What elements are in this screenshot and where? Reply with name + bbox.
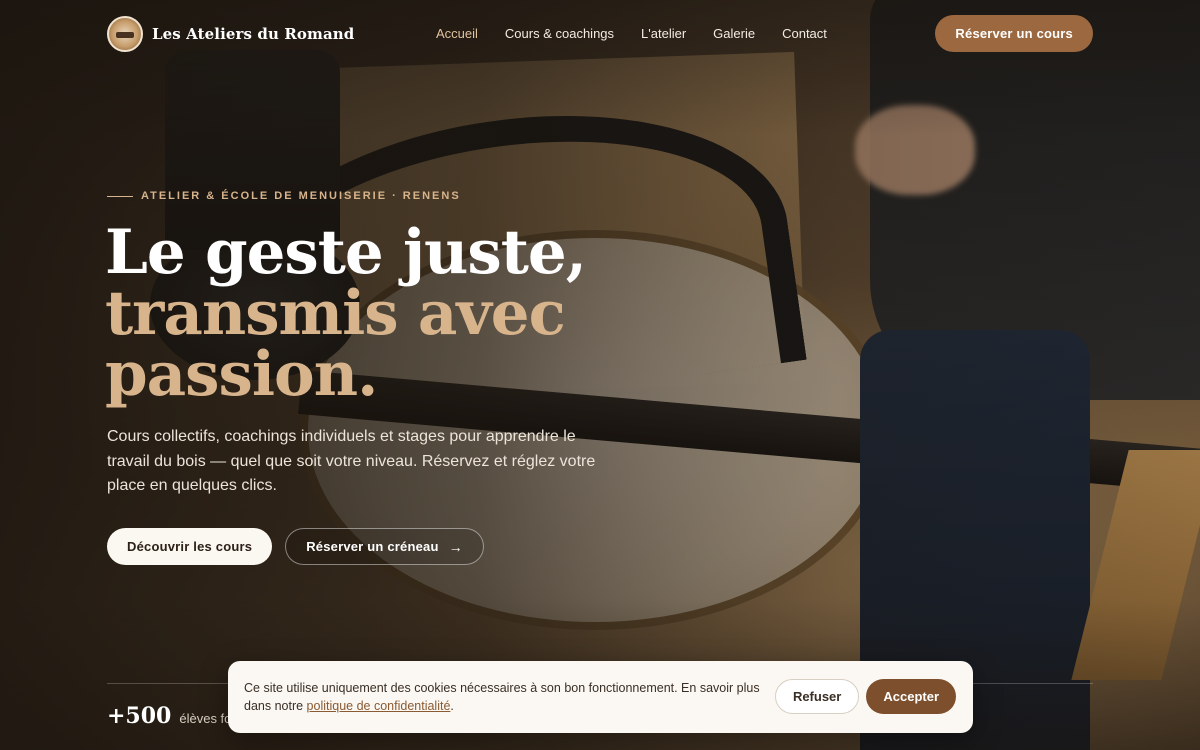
hero-title-line1: Le geste juste, (105, 217, 587, 288)
main-nav: Accueil Cours & coachings L'atelier Gale… (436, 26, 827, 41)
brand-name: Les Ateliers du Romand (152, 25, 355, 43)
book-slot-button[interactable]: Réserver un créneau → (285, 528, 484, 565)
nav-item-cours[interactable]: Cours & coachings (505, 26, 614, 41)
cookie-banner: Ce site utilise uniquement des cookies n… (228, 661, 973, 733)
refuse-cookies-button[interactable]: Refuser (774, 679, 860, 714)
accept-cookies-button[interactable]: Accepter (866, 679, 956, 714)
book-slot-label: Réserver un créneau (306, 539, 439, 554)
eyebrow-text: ATELIER & ÉCOLE DE MENUISERIE · RENENS (141, 190, 461, 202)
eyebrow-line (107, 195, 133, 197)
hero-title: Le geste juste, transmis avec passion. (105, 222, 725, 405)
nav-item-atelier[interactable]: L'atelier (641, 26, 686, 41)
discover-courses-button[interactable]: Découvrir les cours (107, 528, 273, 565)
arrow-right-icon: → (448, 538, 463, 555)
nav-item-contact[interactable]: Contact (782, 26, 827, 41)
logo[interactable]: Les Ateliers du Romand (107, 16, 354, 52)
hero-cta-row: Découvrir les cours Réserver un créneau … (107, 528, 484, 565)
site-header: Les Ateliers du Romand Accueil Cours & c… (0, 0, 1200, 68)
cookie-message-end: . (450, 699, 454, 713)
cookie-actions: Refuser Accepter (774, 679, 956, 714)
nav-item-galerie[interactable]: Galerie (713, 26, 755, 41)
hero-eyebrow: ATELIER & ÉCOLE DE MENUISERIE · RENENS (107, 190, 461, 202)
privacy-policy-link[interactable]: politique de confidentialité (307, 699, 451, 713)
nav-item-accueil[interactable]: Accueil (436, 26, 478, 41)
reserve-course-button[interactable]: Réserver un cours (935, 15, 1093, 52)
stat-value: +500 (107, 703, 172, 729)
hero-subtitle: Cours collectifs, coachings individuels … (107, 428, 596, 494)
workshop-badge-icon (107, 16, 143, 52)
hero-title-line2: transmis avec passion. (105, 278, 566, 410)
cookie-text: Ce site utilise uniquement des cookies n… (244, 679, 764, 715)
